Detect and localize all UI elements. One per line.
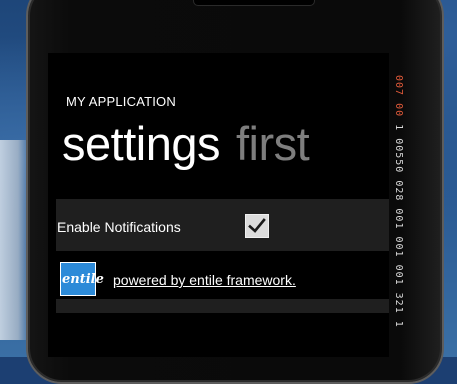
frame-rate-counter-text: 007 00 1 00550 028 001 001 001 321 1 <box>393 75 404 345</box>
enable-notifications-checkbox[interactable] <box>245 214 269 238</box>
bottom-row <box>56 299 389 313</box>
enable-notifications-label: Enable Notifications <box>57 219 181 235</box>
pivot-item-first[interactable]: first <box>236 117 310 170</box>
enable-notifications-row[interactable]: Enable Notifications <box>56 199 389 251</box>
entile-logo: entile <box>60 262 104 296</box>
counter-red-part: 007 00 <box>393 75 404 118</box>
app-title: MY APPLICATION <box>66 94 176 109</box>
frame-rate-counters: 007 00 1 00550 028 001 001 001 321 1 <box>392 75 410 345</box>
entile-logo-text: entile <box>62 272 104 287</box>
phone-speaker <box>193 0 315 6</box>
checkmark-icon <box>248 218 266 233</box>
entile-link[interactable]: powered by entile framework. <box>113 272 296 288</box>
phone-screen: MY APPLICATION settings first Enable Noti… <box>48 53 389 357</box>
counter-white-part: 1 00550 028 001 001 001 321 1 <box>393 124 404 328</box>
entile-row: entile powered by entile framework. <box>48 257 389 299</box>
pivot-item-settings[interactable]: settings <box>62 117 220 170</box>
pivot-header: settings first <box>62 116 310 171</box>
